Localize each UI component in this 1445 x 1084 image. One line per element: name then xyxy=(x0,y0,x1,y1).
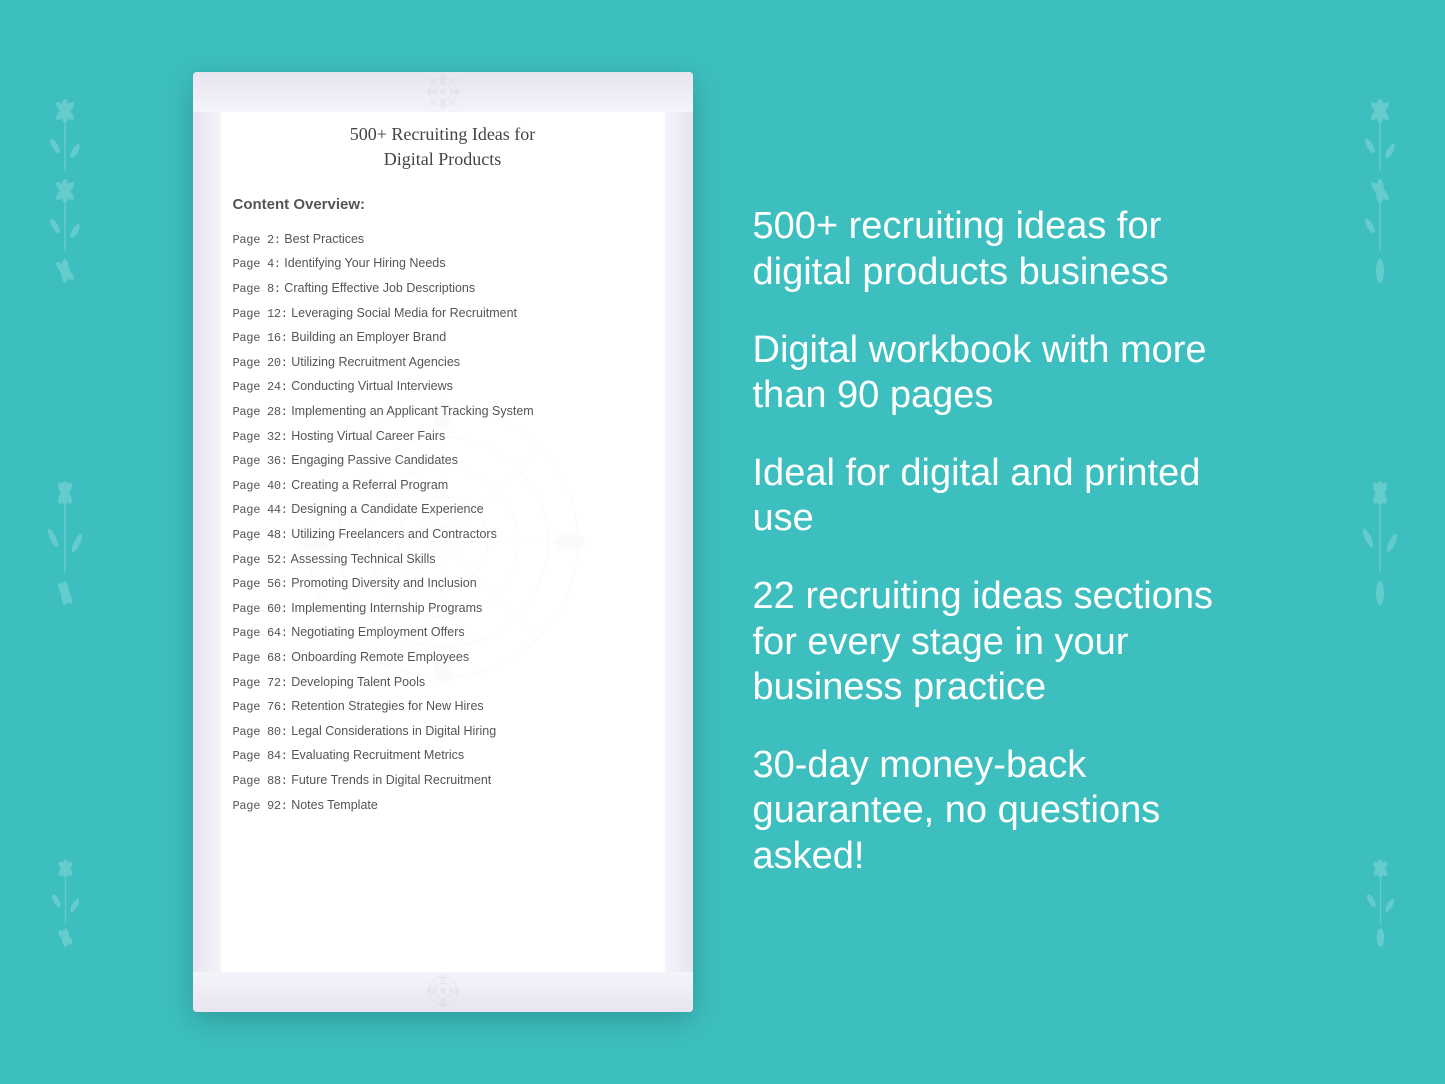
feature-block-5: 30-day money-back guarantee, no question… xyxy=(753,743,1253,880)
toc-item: Page 72: Developing Talent Pools xyxy=(233,670,653,695)
toc-item: Page 56: Promoting Diversity and Inclusi… xyxy=(233,572,653,597)
toc-item: Page 2: Best Practices xyxy=(233,227,653,252)
feature-text-3: Ideal for digital and printed use xyxy=(753,451,1253,542)
toc-item: Page 12: Leveraging Social Media for Rec… xyxy=(233,301,653,326)
feature-block-1: 500+ recruiting ideas for digital produc… xyxy=(753,204,1253,295)
toc-item: Page 88: Future Trends in Digital Recrui… xyxy=(233,768,653,793)
toc-item: Page 64: Negotiating Employment Offers xyxy=(233,621,653,646)
toc-item: Page 84: Evaluating Recruitment Metrics xyxy=(233,744,653,769)
feature-text-5: 30-day money-back guarantee, no question… xyxy=(753,743,1253,880)
toc-item: Page 76: Retention Strategies for New Hi… xyxy=(233,695,653,720)
toc-item: Page 68: Onboarding Remote Employees xyxy=(233,645,653,670)
feature-text-4: 22 recruiting ideas sections for every s… xyxy=(753,574,1253,711)
toc-item: Page 36: Engaging Passive Candidates xyxy=(233,449,653,474)
document-content: 500+ Recruiting Ideas for Digital Produc… xyxy=(223,122,663,818)
toc-item: Page 4: Identifying Your Hiring Needs xyxy=(233,252,653,277)
feature-text-2: Digital workbook with more than 90 pages xyxy=(753,328,1253,419)
toc-item: Page 20: Utilizing Recruitment Agencies xyxy=(233,350,653,375)
feature-block-2: Digital workbook with more than 90 pages xyxy=(753,328,1253,419)
doc-border-left xyxy=(193,112,221,972)
toc-item: Page 8: Crafting Effective Job Descripti… xyxy=(233,277,653,302)
toc-item: Page 80: Legal Considerations in Digital… xyxy=(233,719,653,744)
toc-item: Page 24: Conducting Virtual Interviews xyxy=(233,375,653,400)
toc-item: Page 40: Creating a Referral Program xyxy=(233,473,653,498)
toc-item: Page 16: Building an Employer Brand xyxy=(233,326,653,351)
table-of-contents: Page 2: Best PracticesPage 4: Identifyin… xyxy=(233,227,653,817)
toc-item: Page 44: Designing a Candidate Experienc… xyxy=(233,498,653,523)
doc-border-bottom xyxy=(193,972,693,1012)
feature-text-1: 500+ recruiting ideas for digital produc… xyxy=(753,204,1253,295)
main-content: 500+ Recruiting Ideas for Digital Produc… xyxy=(0,0,1445,1084)
document-preview: 500+ Recruiting Ideas for Digital Produc… xyxy=(193,72,693,1012)
document-title: 500+ Recruiting Ideas for Digital Produc… xyxy=(233,122,653,172)
toc-item: Page 52: Assessing Technical Skills xyxy=(233,547,653,572)
toc-item: Page 48: Utilizing Freelancers and Contr… xyxy=(233,523,653,548)
toc-item: Page 28: Implementing an Applicant Track… xyxy=(233,400,653,425)
toc-item: Page 92: Notes Template xyxy=(233,793,653,818)
doc-border-top xyxy=(193,72,693,112)
doc-border-right xyxy=(665,112,693,972)
toc-item: Page 60: Implementing Internship Program… xyxy=(233,596,653,621)
content-overview-label: Content Overview: xyxy=(233,196,653,213)
feature-block-4: 22 recruiting ideas sections for every s… xyxy=(753,574,1253,711)
features-panel: 500+ recruiting ideas for digital produc… xyxy=(753,204,1253,879)
toc-item: Page 32: Hosting Virtual Career Fairs xyxy=(233,424,653,449)
feature-block-3: Ideal for digital and printed use xyxy=(753,451,1253,542)
